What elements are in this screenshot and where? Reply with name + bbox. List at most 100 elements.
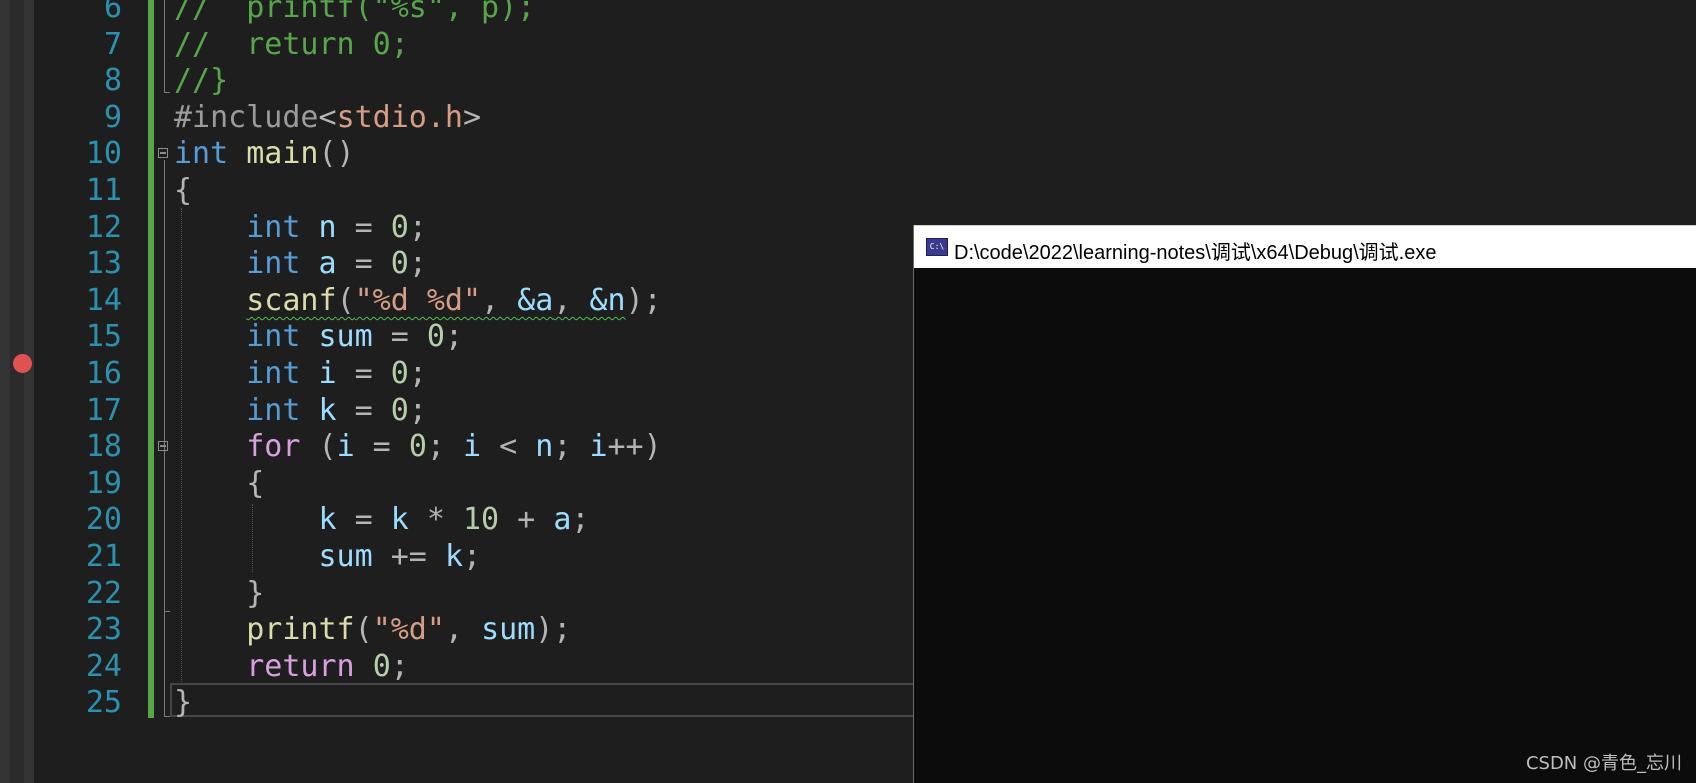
code-token: a bbox=[553, 502, 572, 538]
code-line[interactable]: int n = 0; bbox=[174, 210, 427, 247]
code-token: 0 bbox=[372, 648, 391, 684]
code-token: 0 bbox=[426, 319, 445, 355]
fold-region-line bbox=[164, 0, 165, 92]
code-token: ); bbox=[535, 612, 572, 648]
collapse-main-icon[interactable] bbox=[158, 148, 168, 158]
code-line[interactable]: } bbox=[174, 576, 264, 613]
line-number: 12 bbox=[85, 209, 122, 245]
code-token: 0 bbox=[390, 246, 409, 282]
line-number: 15 bbox=[85, 319, 122, 355]
code-token: a bbox=[318, 246, 337, 282]
code-token: i bbox=[336, 429, 355, 465]
code-token: } bbox=[246, 575, 265, 611]
code-token: main bbox=[246, 136, 319, 172]
watermark: CSDN @青色_忘川 bbox=[1525, 753, 1682, 774]
line-number: 24 bbox=[85, 648, 122, 684]
code-line[interactable]: //} bbox=[174, 63, 228, 100]
code-token: "%d" bbox=[372, 612, 445, 648]
code-token: = bbox=[336, 209, 391, 245]
code-token: k bbox=[318, 392, 337, 428]
code-token: i bbox=[589, 429, 608, 465]
code-line[interactable]: k = k * 10 + a; bbox=[174, 502, 590, 539]
line-number: 19 bbox=[85, 465, 122, 501]
code-line[interactable]: int k = 0; bbox=[174, 393, 427, 430]
line-number: 21 bbox=[85, 539, 122, 574]
code-token: = bbox=[336, 392, 391, 428]
code-line[interactable]: } bbox=[174, 685, 192, 722]
code-line[interactable]: return 0; bbox=[174, 649, 409, 686]
line-number: 9 bbox=[103, 99, 122, 135]
code-line[interactable]: { bbox=[174, 173, 192, 210]
code-token: { bbox=[246, 465, 265, 501]
code-token: k bbox=[390, 502, 409, 538]
code-line[interactable]: scanf("%d %d", &a, &n); bbox=[174, 282, 661, 320]
code-line[interactable]: { bbox=[174, 466, 264, 503]
code-token: = bbox=[336, 502, 391, 538]
code-line[interactable]: // return 0; bbox=[174, 27, 409, 64]
code-line[interactable]: #include<stdio.h> bbox=[174, 100, 481, 137]
line-number: 13 bbox=[85, 246, 122, 282]
code-token: //} bbox=[174, 63, 229, 99]
breakpoint-icon[interactable] bbox=[13, 354, 32, 373]
code-token: ; bbox=[408, 209, 427, 245]
code-token: int bbox=[246, 319, 301, 355]
code-token: ; bbox=[408, 246, 427, 282]
code-token: k bbox=[444, 539, 463, 574]
code-token: ( bbox=[354, 612, 373, 648]
code-token: 0 bbox=[408, 429, 427, 465]
code-line[interactable]: // printf("%s", p); bbox=[174, 0, 535, 27]
code-token: ( bbox=[336, 282, 355, 318]
code-token: &n bbox=[589, 282, 626, 318]
code-line[interactable]: int a = 0; bbox=[174, 246, 427, 283]
code-line[interactable]: int i = 0; bbox=[174, 356, 427, 393]
code-token: 10 bbox=[463, 502, 500, 538]
code-token: ; bbox=[444, 319, 463, 355]
code-line[interactable]: int sum = 0; bbox=[174, 319, 463, 356]
code-token: int bbox=[246, 246, 301, 282]
line-number: 17 bbox=[85, 392, 122, 428]
console-titlebar[interactable]: C:\ D:\code\2022\learning-notes\调试\x64\D… bbox=[914, 225, 1696, 268]
line-number: 22 bbox=[85, 575, 122, 611]
code-token: // return 0; bbox=[174, 26, 409, 62]
code-line[interactable]: sum += k; bbox=[174, 539, 482, 576]
line-number: 18 bbox=[85, 429, 122, 465]
line-number: 16 bbox=[85, 356, 122, 391]
code-token: { bbox=[174, 173, 193, 208]
code-token: ( bbox=[300, 429, 337, 465]
code-line[interactable]: printf("%d", sum); bbox=[174, 612, 571, 649]
code-token: stdio.h bbox=[336, 99, 463, 135]
fold-region-line bbox=[164, 453, 165, 611]
code-token: = bbox=[336, 246, 391, 282]
code-token: ; bbox=[463, 539, 482, 574]
line-number: 8 bbox=[103, 63, 122, 99]
code-line[interactable]: int main() bbox=[174, 136, 355, 173]
code-token: "%d %d" bbox=[354, 282, 482, 318]
code-token: += bbox=[372, 539, 445, 574]
console-window[interactable]: C:\ D:\code\2022\learning-notes\调试\x64\D… bbox=[913, 225, 1696, 783]
glyph-margin[interactable] bbox=[0, 0, 34, 783]
code-token: , bbox=[481, 282, 518, 318]
code-token: #include bbox=[174, 99, 319, 135]
code-token: () bbox=[318, 136, 355, 172]
console-title: D:\code\2022\learning-notes\调试\x64\Debug… bbox=[954, 242, 1437, 264]
collapse-for-icon[interactable] bbox=[158, 441, 168, 451]
code-token: = bbox=[372, 319, 427, 355]
change-tracking-bar bbox=[148, 0, 154, 718]
code-token: i bbox=[318, 356, 337, 391]
code-line[interactable]: for (i = 0; i < n; i++) bbox=[174, 429, 661, 466]
code-token: 0 bbox=[390, 356, 409, 391]
code-token: &a bbox=[517, 282, 554, 318]
console-output[interactable] bbox=[914, 268, 1696, 783]
code-token: , bbox=[553, 282, 590, 318]
line-number: 7 bbox=[103, 26, 122, 62]
code-token: scanf bbox=[246, 282, 337, 318]
